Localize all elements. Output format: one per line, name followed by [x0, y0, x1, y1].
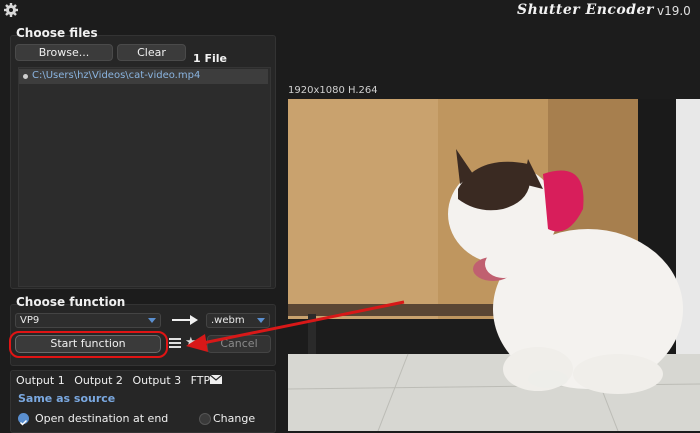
- files-section-title: Choose files: [16, 26, 98, 40]
- function-select-value: VP9: [20, 315, 40, 326]
- tab-output-3[interactable]: Output 3: [132, 374, 181, 387]
- extension-select-value: .webm: [211, 315, 245, 326]
- file-name: C:\Users\hz\Videos\cat-video.mp4: [32, 70, 201, 81]
- chevron-down-icon: [257, 318, 265, 323]
- browse-button[interactable]: Browse...: [15, 44, 113, 61]
- highlight-annotation: [9, 331, 168, 358]
- star-icon[interactable]: ★: [185, 335, 197, 350]
- video-preview[interactable]: [288, 99, 700, 431]
- tab-ftp[interactable]: FTP: [191, 374, 211, 387]
- check-icon: [19, 419, 28, 426]
- extension-select[interactable]: .webm: [206, 313, 270, 328]
- open-destination-label: Open destination at end: [35, 412, 169, 425]
- clear-button[interactable]: Clear: [117, 44, 186, 61]
- preview-image: [288, 99, 700, 431]
- list-icon[interactable]: [169, 337, 181, 349]
- bullet-icon: [23, 74, 28, 79]
- destination-label[interactable]: Same as source: [18, 392, 115, 405]
- cancel-button[interactable]: Cancel: [207, 335, 271, 353]
- file-list[interactable]: [18, 67, 271, 287]
- gear-icon[interactable]: [3, 2, 19, 18]
- checkbox-checked[interactable]: [18, 413, 29, 426]
- mail-icon[interactable]: [210, 375, 222, 384]
- chevron-down-icon: [148, 318, 156, 323]
- app-version: v19.0: [657, 4, 691, 18]
- output-tabs: Output 1 Output 2 Output 3 FTP: [16, 374, 216, 387]
- tab-output-1[interactable]: Output 1: [16, 374, 65, 387]
- tab-output-2[interactable]: Output 2: [74, 374, 123, 387]
- media-info: 1920x1080 H.264: [288, 85, 378, 96]
- app-title: Shutter Encoder: [517, 2, 654, 18]
- arrow-right-icon: [172, 315, 198, 325]
- function-section-title: Choose function: [16, 295, 126, 309]
- change-radio[interactable]: [199, 413, 211, 425]
- function-select[interactable]: VP9: [15, 313, 161, 328]
- file-count: 1 File: [193, 52, 227, 65]
- change-label: Change: [213, 412, 256, 425]
